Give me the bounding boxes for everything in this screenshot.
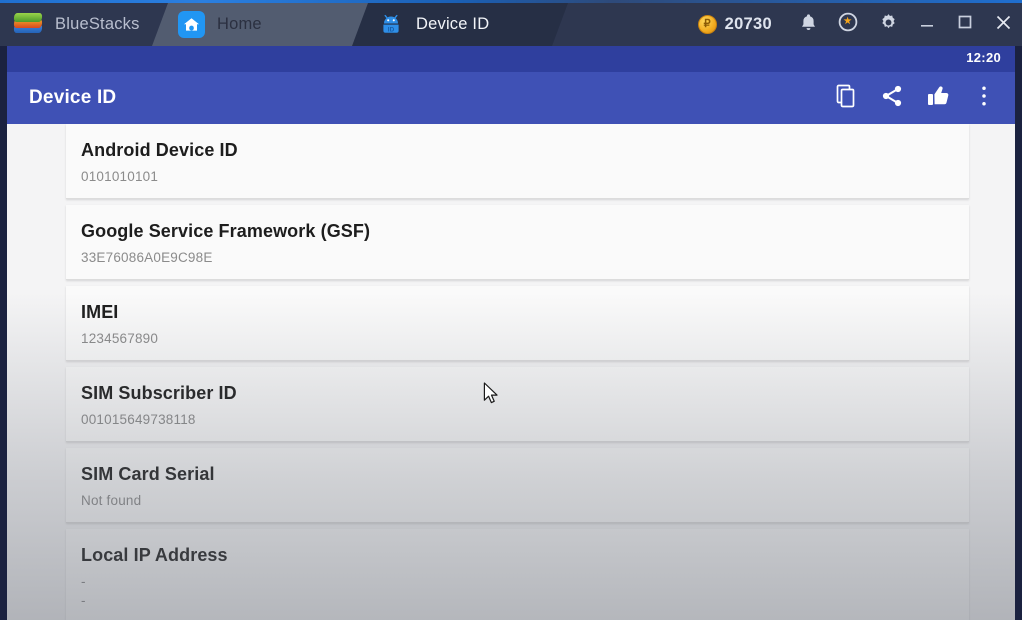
item-value-line2: - [81, 593, 86, 609]
share-button[interactable] [869, 72, 915, 124]
item-key: Android Device ID [81, 140, 238, 160]
star-badge-icon [838, 12, 858, 37]
minimize-button[interactable] [908, 3, 946, 46]
close-icon [995, 14, 1012, 36]
app-bar-actions [823, 72, 1007, 124]
tab-device-id-label: Device ID [416, 15, 490, 33]
bluestacks-brand: BlueStacks [13, 3, 140, 46]
like-button[interactable] [915, 72, 961, 124]
bluestacks-window: BlueStacks Home ID Device ID ₽ 20730 12:… [0, 0, 1022, 620]
bluestacks-title-bar: BlueStacks Home ID Device ID ₽ 20730 [0, 3, 1022, 46]
svg-text:ID: ID [388, 26, 395, 33]
points-value: 20730 [724, 15, 772, 33]
android-screen: 12:20 Device ID Android Device ID 010101… [0, 46, 1022, 620]
device-id-list-container[interactable]: Android Device ID 0101010101 Google Serv… [7, 124, 1015, 620]
notifications-button[interactable] [788, 3, 828, 46]
list-item[interactable]: SIM Subscriber ID 001015649738118 [66, 367, 969, 443]
item-value: 0101010101 [81, 168, 159, 184]
list-item[interactable]: Local IP Address - - [66, 529, 969, 620]
item-key: Google Service Framework (GSF) [81, 221, 371, 242]
app-bar: Device ID [7, 72, 1015, 124]
points-indicator[interactable]: ₽ 20730 [697, 15, 772, 34]
device-id-list: Android Device ID 0101010101 Google Serv… [7, 124, 1015, 620]
item-key: IMEI [81, 302, 119, 323]
item-key: SIM Subscriber ID [81, 383, 237, 404]
item-value: - - [81, 572, 969, 611]
rewards-button[interactable] [828, 3, 868, 46]
tab-home-label: Home [217, 15, 262, 33]
titlebar-controls: ₽ 20730 [697, 3, 1022, 46]
item-key: Local IP Address [81, 545, 228, 566]
maximize-button[interactable] [946, 3, 984, 46]
android-status-bar: 12:20 [7, 46, 1015, 72]
item-value: 33E76086A0E9C98E [81, 249, 213, 265]
item-value: 1234567890 [81, 330, 159, 346]
list-item[interactable]: Android Device ID 0101010101 [66, 124, 969, 200]
copy-icon [835, 84, 857, 113]
list-item[interactable]: IMEI 1234567890 [66, 286, 969, 362]
more-vertical-icon [981, 85, 987, 112]
thumbs-up-icon [927, 85, 950, 112]
gear-icon [879, 13, 898, 37]
close-button[interactable] [984, 3, 1022, 46]
tab-device-id[interactable]: ID Device ID [352, 3, 568, 46]
status-bar-clock: 12:20 [966, 50, 1001, 65]
item-key: SIM Card Serial [81, 464, 215, 485]
maximize-icon [957, 14, 973, 35]
list-item[interactable]: Google Service Framework (GSF) 33E76086A… [66, 205, 969, 281]
item-value-line1: - [81, 573, 86, 589]
page-title: Device ID [29, 87, 117, 108]
bluestacks-logo-icon [13, 12, 44, 38]
list-item[interactable]: SIM Card Serial Not found [66, 448, 969, 524]
overflow-menu-button[interactable] [961, 72, 1007, 124]
tab-home[interactable]: Home [152, 3, 384, 46]
item-value: Not found [81, 492, 142, 508]
coin-icon: ₽ [697, 15, 717, 34]
share-icon [881, 85, 903, 112]
home-icon [178, 11, 205, 38]
settings-button[interactable] [868, 3, 908, 46]
brand-label: BlueStacks [55, 15, 140, 33]
android-id-icon: ID [378, 12, 404, 38]
minimize-icon [919, 14, 935, 35]
bell-icon [800, 13, 817, 37]
copy-button[interactable] [823, 72, 869, 124]
item-value: 001015649738118 [81, 411, 196, 427]
